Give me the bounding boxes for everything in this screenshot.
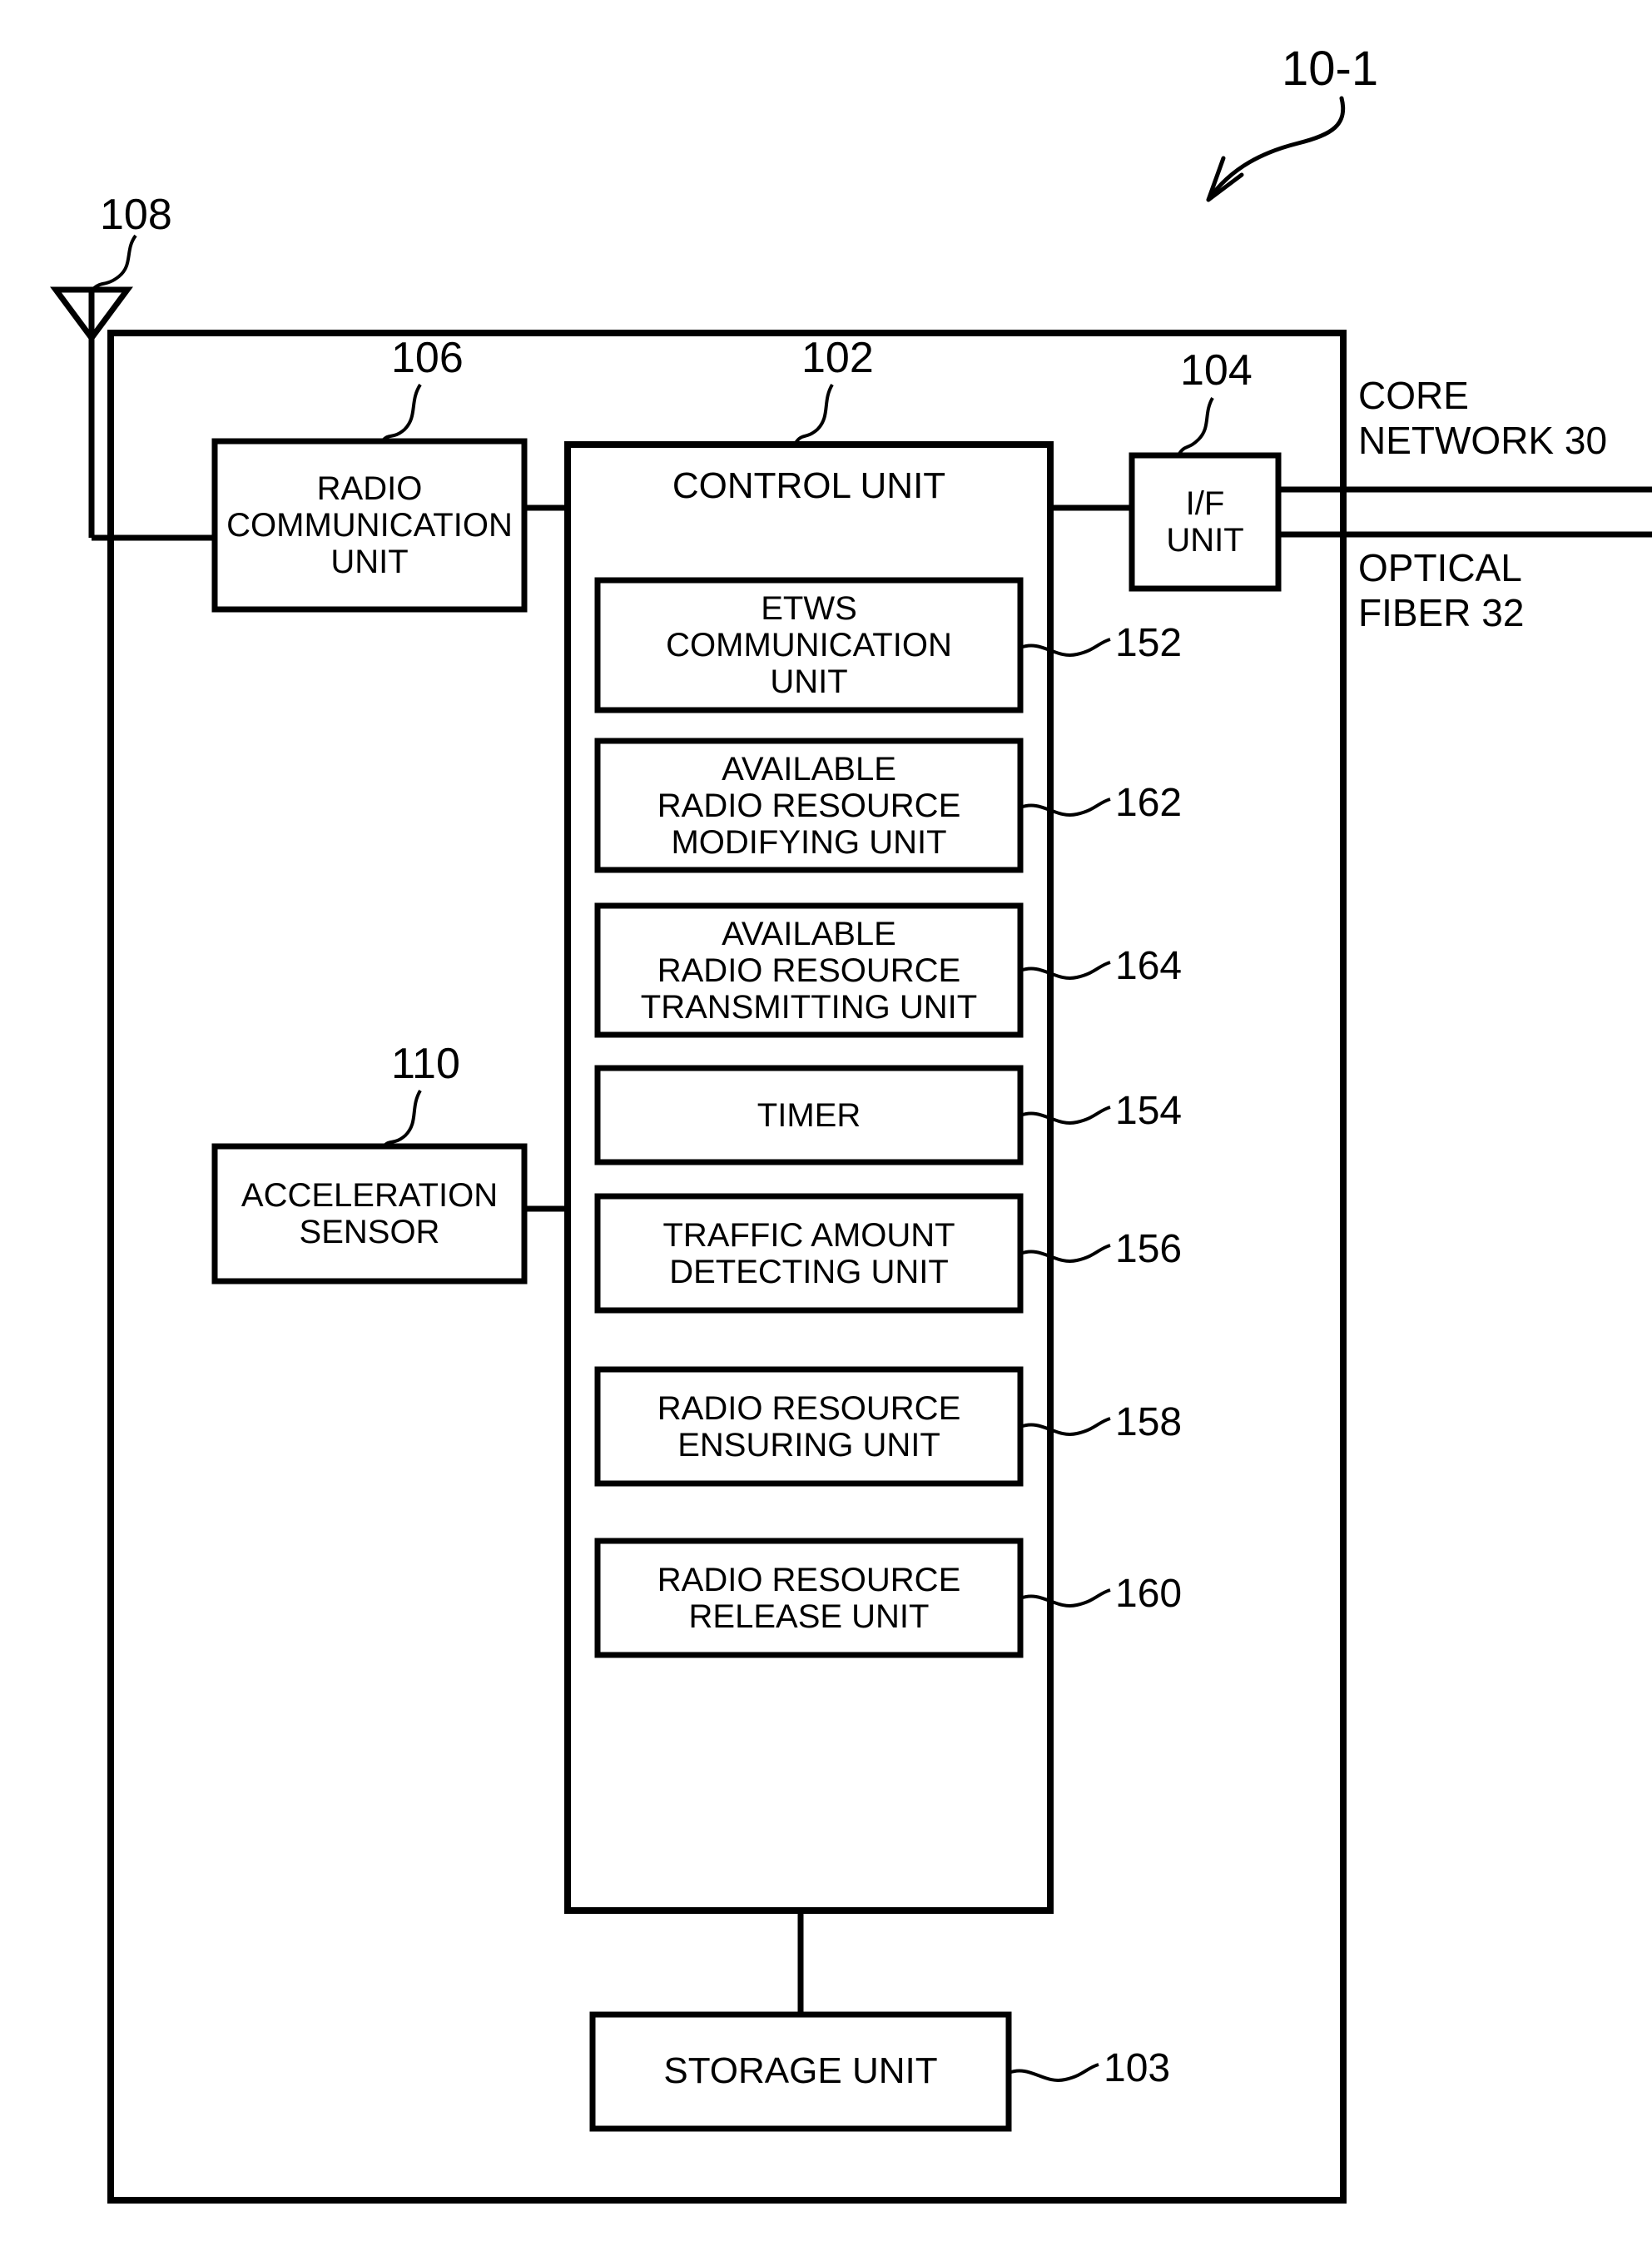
leader-106	[381, 383, 422, 442]
optical-fiber-label: OPTICAL FIBER 32	[1358, 546, 1525, 635]
figure-id-label: 10-1	[1282, 42, 1379, 96]
ref-108: 108	[100, 191, 172, 239]
child-label-160: RADIO RESOURCE RELEASE UNIT	[657, 1561, 961, 1635]
acceleration-sensor-label: ACCELERATION SENSOR	[241, 1177, 499, 1250]
child-label-154: TIMER	[757, 1096, 861, 1134]
leader-108	[92, 234, 137, 290]
leader-104	[1178, 396, 1214, 455]
ref-164: 164	[1115, 944, 1183, 988]
control-unit-label: CONTROL UNIT	[672, 465, 946, 506]
ref-156: 156	[1115, 1227, 1183, 1271]
child-label-164: AVAILABLE RADIO RESOURCE TRANSMITTING UN…	[640, 915, 978, 1026]
ref-154: 154	[1115, 1089, 1183, 1133]
child-label-158: RADIO RESOURCE ENSURING UNIT	[657, 1389, 961, 1463]
antenna-icon	[50, 286, 133, 538]
ref-102: 102	[801, 334, 874, 382]
leader-110	[382, 1089, 422, 1148]
core-network-label: CORE NETWORK 30	[1358, 374, 1608, 463]
child-label-152: ETWS COMMUNICATION UNIT	[666, 590, 952, 700]
ref-106: 106	[391, 334, 464, 382]
child-label-162: AVAILABLE RADIO RESOURCE MODIFYING UNIT	[657, 750, 961, 861]
storage-unit-label: STORAGE UNIT	[663, 2050, 938, 2092]
ref-103: 103	[1104, 2046, 1171, 2090]
if-unit-label: I/F UNIT	[1166, 485, 1244, 559]
ref-152: 152	[1115, 621, 1183, 665]
ref-160: 160	[1115, 1572, 1183, 1616]
ref-162: 162	[1115, 781, 1183, 825]
radio-communication-unit-label: RADIO COMMUNICATION UNIT	[226, 470, 513, 580]
ref-158: 158	[1115, 1400, 1183, 1444]
leader-103	[1008, 2063, 1099, 2082]
ref-104: 104	[1180, 346, 1253, 395]
ref-110: 110	[391, 1040, 460, 1088]
leader-102	[794, 383, 834, 445]
figure-id-arrow	[1206, 96, 1346, 202]
child-label-156: TRAFFIC AMOUNT DETECTING UNIT	[662, 1216, 955, 1290]
patent-figure-canvas: 10-1 108 RADIO COMMUNICATION UNIT 106 CO…	[0, 0, 1652, 2256]
